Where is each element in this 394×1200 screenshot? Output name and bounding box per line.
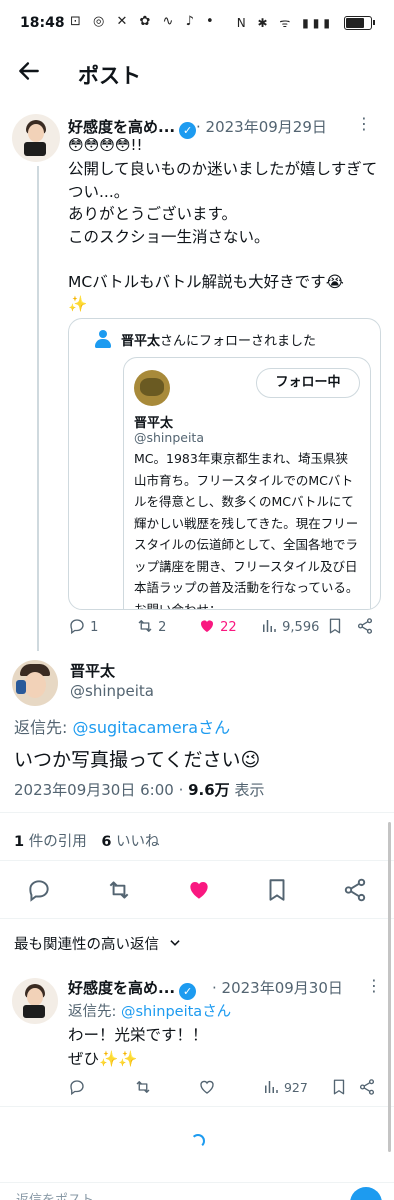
repost-icon: [138, 620, 152, 632]
like-button[interactable]: 22: [198, 617, 237, 635]
like-button[interactable]: [186, 877, 212, 903]
bookmark-button[interactable]: [326, 617, 344, 635]
person-icon: [95, 330, 111, 348]
bookmark-button[interactable]: [264, 877, 290, 903]
divider: [0, 1106, 394, 1107]
repost-icon: [109, 881, 129, 899]
page-title: ポスト: [78, 64, 141, 88]
reply-context: 返信先: @sugitacameraさん: [14, 718, 231, 737]
bookmark-button[interactable]: [330, 1078, 348, 1096]
verified-badge-icon: ✓: [179, 122, 197, 139]
avatar[interactable]: [12, 114, 60, 162]
post-date[interactable]: · 2023年09月30日: [212, 977, 343, 998]
bookmark-icon: [269, 879, 285, 901]
status-bar: 18:48 ⊡ ◎ ✕ ✿ ∿ ♪ • N ✱ ᯤ ▮▮▮: [0, 0, 394, 46]
share-icon: [357, 618, 373, 634]
more-options-icon[interactable]: ⋮: [356, 114, 372, 133]
reply-to-link[interactable]: @sugitacamera: [72, 718, 198, 737]
reply-button[interactable]: [26, 877, 52, 903]
divider: [0, 812, 394, 813]
following-button: フォロー中: [256, 368, 360, 398]
reply-icon: [29, 880, 49, 902]
focused-post-actions: [0, 875, 394, 905]
reply-context: 返信先: @shinpeitaさん: [68, 1004, 232, 1020]
like-button[interactable]: [198, 1078, 216, 1096]
reply-icon: [70, 619, 84, 635]
post-meta: 2023年09月30日 6:00 · 9.6万 表示: [14, 781, 265, 799]
thread-connector: [37, 166, 39, 651]
profile-bio: MC。1983年東京都生まれ、埼玉県狭山市育ち。フリースタイルでのMCバトルを得…: [134, 451, 359, 610]
scrollbar[interactable]: [388, 822, 391, 1152]
engagement-stats: 1 件の引用 6 いいね: [14, 830, 160, 851]
system-icons: N ✱ ᯤ ▮▮▮: [236, 16, 334, 30]
share-button[interactable]: [356, 617, 374, 635]
divider: [0, 860, 394, 861]
avatar: [134, 370, 170, 406]
verified-badge-icon: ✓: [179, 983, 197, 1000]
chevron-down-icon: [169, 940, 180, 946]
top-app-bar: ポスト: [0, 46, 394, 102]
arrow-left-icon[interactable]: [16, 58, 42, 91]
reply-button[interactable]: [68, 1078, 86, 1096]
reply-input-placeholder[interactable]: 返信をポスト: [16, 1189, 94, 1200]
avatar[interactable]: [12, 660, 58, 706]
battery-level: [346, 18, 365, 28]
views-button[interactable]: 9,596: [260, 617, 319, 635]
post-actions: 927: [68, 1076, 384, 1098]
likes-link[interactable]: 6 いいね: [101, 834, 159, 850]
more-options-icon[interactable]: ⋮: [366, 976, 382, 995]
author-handle[interactable]: @shinpeita: [70, 682, 154, 700]
repost-icon: [136, 1081, 150, 1093]
post-actions: 1 2 22 9,596: [68, 614, 384, 640]
views-count: 9.6万: [188, 781, 230, 799]
share-icon: [344, 878, 366, 902]
loading-spinner-icon: [191, 1134, 205, 1148]
heart-outline-icon: [200, 1080, 214, 1094]
post-text: わー！光栄です！！ ぜひ✨✨: [68, 1026, 208, 1068]
views-icon: [263, 620, 276, 632]
views-button[interactable]: 927: [262, 1078, 308, 1096]
profile-name: 晋平太: [134, 416, 174, 431]
status-time: 18:48: [20, 15, 65, 31]
battery-icon: [344, 16, 375, 30]
share-button[interactable]: [342, 877, 368, 903]
avatar[interactable]: [12, 978, 58, 1024]
quotes-link[interactable]: 1 件の引用: [14, 834, 87, 850]
repost-button[interactable]: [134, 1078, 152, 1096]
heart-filled-icon: [190, 881, 208, 899]
profile-handle: @shinpeita: [134, 430, 204, 445]
compose-button[interactable]: [350, 1187, 382, 1200]
share-button[interactable]: [358, 1078, 376, 1096]
heart-filled-icon: [200, 620, 214, 632]
author-name[interactable]: 好感度を高め... ✓: [68, 977, 197, 1000]
reply-to-link[interactable]: @shinpeita: [121, 1004, 202, 1020]
views-icon: [265, 1081, 278, 1093]
notification-icons: ⊡ ◎ ✕ ✿ ∿ ♪ •: [70, 14, 218, 29]
post-date[interactable]: · 2023年09月29日: [196, 116, 327, 137]
reply-sort-dropdown[interactable]: 最も関連性の高い返信: [14, 933, 182, 954]
post-emojis: 😳😳😳😳!!: [68, 136, 143, 154]
reply-composer-bar[interactable]: 返信をポスト: [0, 1182, 394, 1200]
quoted-screenshot[interactable]: 晋平太さんにフォローされました フォロー中 晋平太 @shinpeita MC。…: [68, 318, 381, 610]
divider: [0, 918, 394, 919]
reply-icon: [70, 1080, 84, 1096]
author-name[interactable]: 晋平太: [70, 660, 115, 681]
reply-button[interactable]: 1: [68, 617, 98, 635]
bookmark-icon: [329, 618, 341, 634]
follow-notification: 晋平太さんにフォローされました: [121, 334, 317, 349]
bookmark-icon: [333, 1079, 345, 1095]
profile-card: フォロー中 晋平太 @shinpeita MC。1983年東京都生まれ、埼玉県狭…: [123, 357, 371, 610]
post-text: いつか写真撮ってください😉: [14, 749, 261, 771]
repost-button[interactable]: [106, 877, 132, 903]
repost-button[interactable]: 2: [136, 617, 166, 635]
post-text: 公開して良いものか迷いましたが嬉しすぎてつい...。 ありがとうございます。 こ…: [68, 160, 378, 313]
share-icon: [359, 1079, 375, 1095]
